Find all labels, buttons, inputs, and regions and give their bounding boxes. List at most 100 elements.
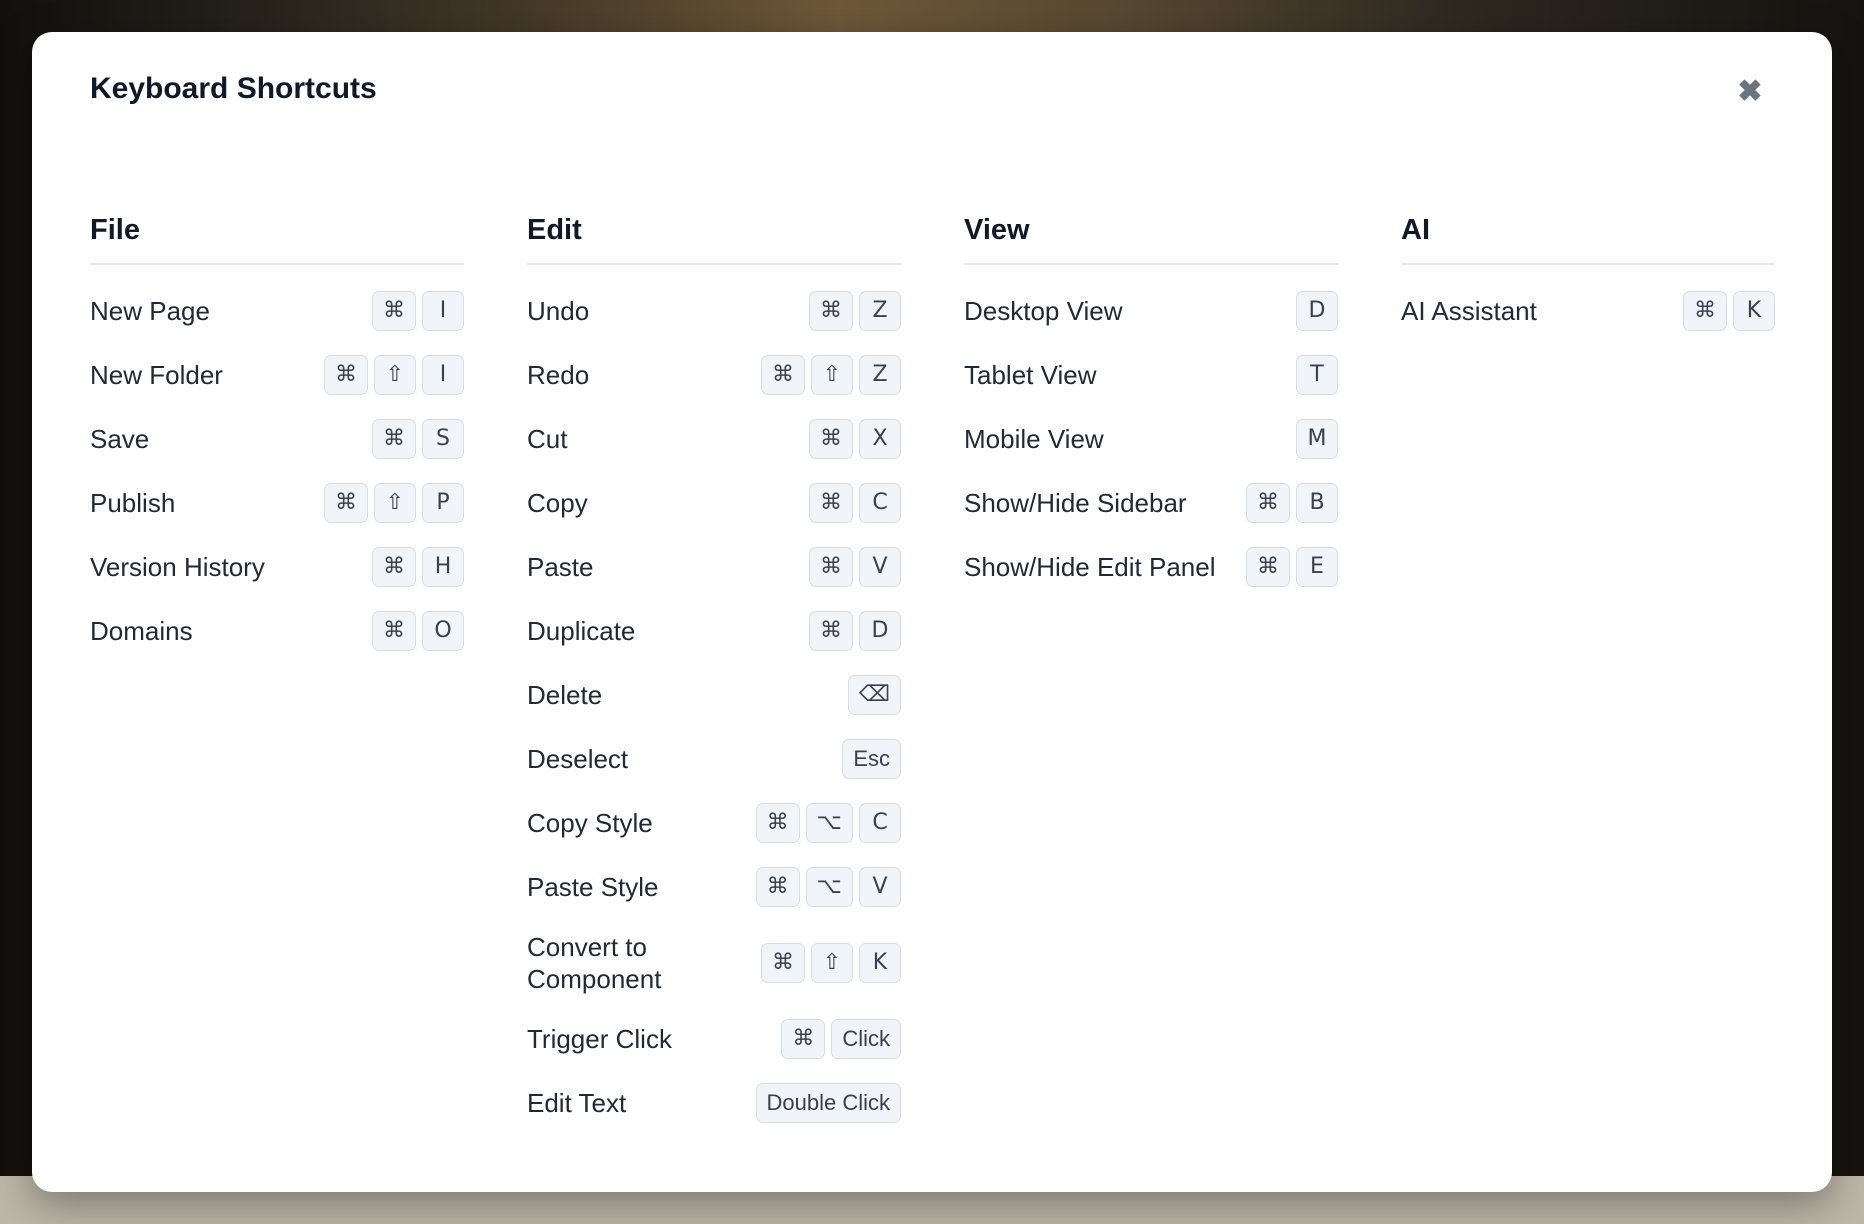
keycap: M <box>1296 419 1338 459</box>
shortcut-row: Deselect Esc <box>527 739 901 779</box>
shortcut-row: Save ⌘ S <box>90 419 464 459</box>
shortcut-label: Trigger Click <box>527 1024 672 1054</box>
keycap: ⇧ <box>374 355 416 395</box>
shortcut-row: Paste Style ⌘ ⌥ V <box>527 867 901 907</box>
shortcut-label: Desktop View <box>964 296 1123 326</box>
shortcut-row: New Page ⌘ I <box>90 291 464 331</box>
shortcut-label: New Folder <box>90 360 223 390</box>
shortcut-label: Undo <box>527 296 590 326</box>
shortcut-label: Delete <box>527 680 603 710</box>
key-combo: ⌫ <box>847 675 901 715</box>
keycap: ⌘ <box>809 611 853 651</box>
keycap: I <box>422 291 464 331</box>
keycap: ⌘ <box>372 291 416 331</box>
keycap: ⌘ <box>809 483 853 523</box>
keycap: ⌘ <box>1246 547 1290 587</box>
keycap: ⌘ <box>809 291 853 331</box>
key-combo: ⌘ H <box>372 547 464 587</box>
keycap: Double Click <box>755 1083 901 1123</box>
shortcut-label: New Page <box>90 296 210 326</box>
shortcut-label: Show/Hide Sidebar <box>964 488 1187 518</box>
keycap: E <box>1296 547 1338 587</box>
shortcut-row: Publish ⌘ ⇧ P <box>90 483 464 523</box>
keycap: Esc <box>842 739 901 779</box>
shortcut-row: Redo ⌘ ⇧ Z <box>527 355 901 395</box>
shortcut-label: AI Assistant <box>1401 296 1537 326</box>
key-combo: ⌘ C <box>809 483 901 523</box>
keycap: K <box>1733 291 1775 331</box>
shortcut-row: Tablet View T <box>964 355 1338 395</box>
keycap: ⌘ <box>781 1019 826 1059</box>
shortcut-list: Desktop View D Tablet View T Mobile View M Sho… <box>964 291 1338 587</box>
shortcut-row: Trigger Click ⌘ Click <box>527 1019 901 1059</box>
shortcut-list: Undo ⌘ Z Redo ⌘ ⇧ Z Cut ⌘ X Copy ⌘ C Paste ⌘ V Duplicate… <box>527 291 901 1123</box>
key-combo: Esc <box>842 739 901 779</box>
key-combo: ⌘ V <box>809 547 901 587</box>
keycap: ⌘ <box>372 611 416 651</box>
keycap: ⌘ <box>809 419 853 459</box>
keycap: ⌘ <box>1246 483 1290 523</box>
key-combo: T <box>1296 355 1338 395</box>
key-combo: ⌘ I <box>372 291 464 331</box>
keycap: Z <box>859 291 901 331</box>
keycap: H <box>422 547 464 587</box>
key-combo: ⌘ Click <box>781 1019 901 1059</box>
key-combo: Double Click <box>755 1083 901 1123</box>
key-combo: D <box>1296 291 1338 331</box>
keycap: Z <box>859 355 901 395</box>
shortcut-label: Copy <box>527 488 588 518</box>
key-combo: ⌘ S <box>372 419 464 459</box>
key-combo: ⌘ K <box>1683 291 1775 331</box>
keycap: ⌥ <box>805 803 853 843</box>
shortcut-row: Copy Style ⌘ ⌥ C <box>527 803 901 843</box>
column-ai: AI AI Assistant ⌘ K <box>1401 214 1775 1147</box>
keycap: V <box>859 867 901 907</box>
key-combo: ⌘ Z <box>809 291 901 331</box>
keycap: ⌘ <box>324 483 368 523</box>
shortcut-label: Save <box>90 424 150 454</box>
key-combo: ⌘ X <box>809 419 901 459</box>
keycap: T <box>1296 355 1338 395</box>
keycap: ⌥ <box>805 867 853 907</box>
shortcut-row: Convert to Component ⌘ ⇧ K <box>527 931 901 995</box>
shortcut-row: Duplicate ⌘ D <box>527 611 901 651</box>
shortcut-list: AI Assistant ⌘ K <box>1401 291 1775 331</box>
shortcut-list: New Page ⌘ I New Folder ⌘ ⇧ I Save ⌘ S Publish ⌘ ⇧ P V… <box>90 291 464 651</box>
keycap: S <box>422 419 464 459</box>
key-combo: ⌘ ⇧ I <box>324 355 464 395</box>
keycap: ⇧ <box>811 355 853 395</box>
keycap: V <box>859 547 901 587</box>
shortcut-row: New Folder ⌘ ⇧ I <box>90 355 464 395</box>
keycap: ⌘ <box>809 547 853 587</box>
shortcut-label: Convert to Component <box>527 932 662 994</box>
keycap: ⇧ <box>374 483 416 523</box>
column-file: File New Page ⌘ I New Folder ⌘ ⇧ I Save ⌘ S Publis… <box>90 214 464 1147</box>
keycap: P <box>422 483 464 523</box>
close-icon: ✖ <box>1737 75 1763 108</box>
shortcut-row: Show/Hide Edit Panel ⌘ E <box>964 547 1338 587</box>
keycap: ⌘ <box>372 547 416 587</box>
keycap: ⌘ <box>1683 291 1727 331</box>
close-button[interactable]: ✖ <box>1732 74 1768 110</box>
shortcut-row: Mobile View M <box>964 419 1338 459</box>
column-title: Edit <box>527 214 901 265</box>
key-combo: ⌘ ⇧ P <box>324 483 464 523</box>
keycap: I <box>422 355 464 395</box>
column-title: View <box>964 214 1338 265</box>
shortcut-label: Duplicate <box>527 616 636 646</box>
shortcut-row: Undo ⌘ Z <box>527 291 901 331</box>
shortcut-row: Delete ⌫ <box>527 675 901 715</box>
key-combo: M <box>1296 419 1338 459</box>
shortcut-label: Show/Hide Edit Panel <box>964 552 1216 582</box>
key-combo: ⌘ ⇧ Z <box>761 355 901 395</box>
shortcut-label: Cut <box>527 424 568 454</box>
shortcut-label: Tablet View <box>964 360 1097 390</box>
column-title: File <box>90 214 464 265</box>
shortcut-label: Version History <box>90 552 265 582</box>
keyboard-shortcuts-dialog: Keyboard Shortcuts ✖ File New Page ⌘ I New … <box>32 32 1832 1192</box>
key-combo: ⌘ ⇧ K <box>761 943 901 983</box>
shortcut-row: AI Assistant ⌘ K <box>1401 291 1775 331</box>
keycap: ⌘ <box>324 355 368 395</box>
keycap: ⌘ <box>372 419 416 459</box>
column-edit: Edit Undo ⌘ Z Redo ⌘ ⇧ Z Cut ⌘ X Copy ⌘ C Paste ⌘ V Dupl… <box>527 214 901 1147</box>
